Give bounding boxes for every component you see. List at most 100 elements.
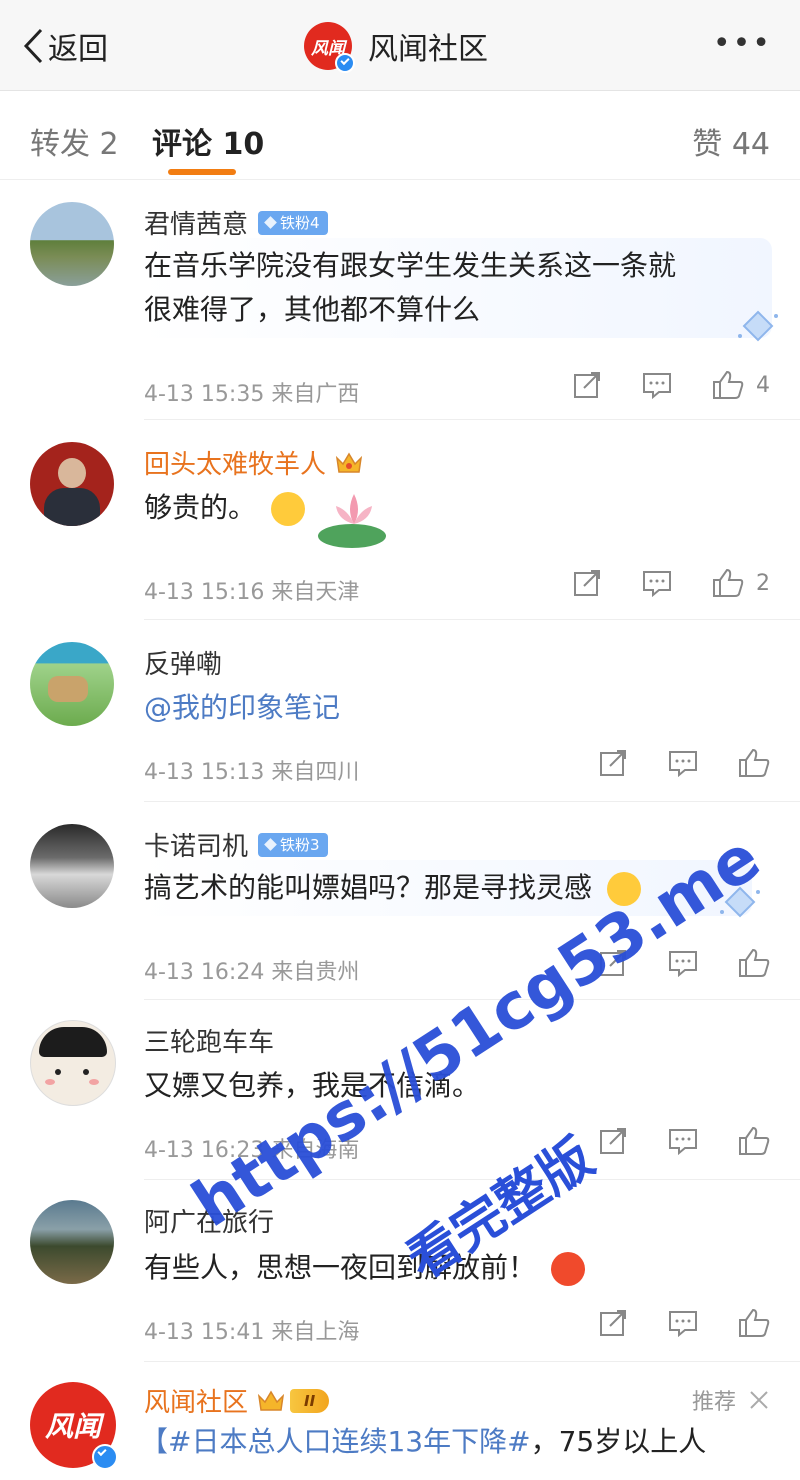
avatar[interactable] (30, 1200, 114, 1284)
lotus-decoration-icon (318, 494, 386, 548)
comment-icon (669, 1129, 697, 1155)
thumbs-up-icon (713, 568, 744, 597)
avatar-face (58, 458, 86, 488)
promo-text: 【#日本总人口连续13年下降#，75岁以上人 (140, 1420, 706, 1464)
comment-icon (669, 751, 697, 777)
promoted-post: 风闻 风闻社区 II 推荐 【#日本总人口连续13年下降#，75岁以上人 (0, 1362, 800, 1480)
avatar[interactable] (30, 824, 114, 908)
fan-badge: 铁粉3 (258, 832, 328, 857)
like-button[interactable] (738, 748, 770, 778)
like-count: 2 (756, 570, 770, 596)
fan-badge: 铁粉4 (258, 210, 328, 235)
comment-item: 阿广在旅行 有些人，思想一夜回到解放前！ 4-13 15:41 来自上海 (0, 1180, 800, 1362)
avatar[interactable] (30, 442, 114, 526)
page-title: 风闻社区 (368, 32, 488, 67)
reply-button[interactable] (668, 1309, 698, 1337)
share-button[interactable] (598, 1126, 628, 1156)
crown-icon (257, 1390, 285, 1411)
comment-text: 搞艺术的能叫嫖娼吗？那是寻找灵感 (144, 866, 641, 910)
avatar-eye (55, 1069, 61, 1075)
username-text: 回头太难牧羊人 (144, 450, 327, 480)
comment-actions: 4 (532, 370, 770, 400)
username-text: 三轮跑车车 (144, 1028, 275, 1058)
comment-username[interactable]: 反弹嘞 (144, 644, 222, 681)
thumbs-up-icon (739, 748, 770, 777)
comment-actions (558, 748, 770, 778)
recommend-label: 推荐 (692, 1384, 770, 1416)
comment-meta: 4-13 15:13 来自四川 (144, 760, 360, 785)
brand-logo: 风闻 (304, 22, 355, 73)
avatar[interactable] (30, 202, 114, 286)
thumbs-up-icon (739, 1126, 770, 1155)
active-tab-indicator (168, 169, 236, 175)
verified-icon (335, 53, 355, 73)
share-icon (600, 750, 626, 776)
comment-username[interactable]: 君情茜意 铁粉4 (144, 204, 328, 241)
comment-text-line: 够贵的。 (144, 491, 257, 524)
tab-bar: 转发 2 评论 10 赞 44 (0, 91, 800, 180)
share-button[interactable] (572, 370, 602, 400)
reply-button[interactable] (668, 949, 698, 977)
comment-username[interactable]: 卡诺司机 铁粉3 (144, 826, 328, 863)
promo-username[interactable]: 风闻社区 II (144, 1382, 330, 1419)
like-button[interactable] (738, 948, 770, 978)
avatar-blush (45, 1079, 55, 1085)
comment-item: 君情茜意 铁粉4 在音乐学院没有跟女学生发生关系这一条就 很难得了，其他都不算什… (0, 180, 800, 420)
diamond-decoration-icon (738, 310, 778, 342)
thumbs-up-icon (739, 1308, 770, 1337)
top-bar: 返回 风闻 风闻社区 ••• (0, 0, 800, 91)
avatar[interactable] (30, 642, 114, 726)
chevron-left-icon (23, 28, 43, 64)
mention-link[interactable]: @我的印象笔记 (144, 686, 340, 730)
reply-button[interactable] (642, 569, 672, 597)
recommend-text: 推荐 (691, 1390, 736, 1415)
comment-actions (558, 1126, 770, 1156)
comment-text-line: 很难得了，其他都不算什么 (144, 293, 481, 326)
avatar-eye (83, 1069, 89, 1075)
like-count: 4 (756, 372, 770, 398)
reply-button[interactable] (642, 371, 672, 399)
avatar-figure (48, 676, 88, 702)
tab-repost[interactable]: 转发 2 (30, 119, 119, 163)
avatar[interactable]: 风闻 (30, 1382, 118, 1470)
comment-meta: 4-13 15:41 来自上海 (144, 1320, 360, 1345)
share-button[interactable] (598, 1308, 628, 1338)
like-button[interactable] (738, 1126, 770, 1156)
share-icon (600, 1310, 626, 1336)
username-text: 卡诺司机 (144, 832, 249, 862)
thumbs-up-icon (713, 370, 744, 399)
comment-username[interactable]: 回头太难牧羊人 (144, 444, 364, 481)
avatar-body (44, 488, 100, 526)
username-text: 风闻社区 (144, 1388, 249, 1418)
share-icon (600, 1128, 626, 1154)
laugh-emoji-icon (270, 492, 305, 526)
share-button[interactable] (598, 748, 628, 778)
reply-button[interactable] (668, 1127, 698, 1155)
like-button[interactable] (738, 1308, 770, 1338)
more-options-button[interactable]: ••• (713, 29, 772, 59)
comment-text-line: 在音乐学院没有跟女学生发生关系这一条就 (144, 249, 677, 282)
promo-text-rest: ，75岁以上人 (530, 1425, 707, 1458)
hashtag-link[interactable]: 【#日本总人口连续13年下降# (140, 1425, 531, 1458)
comment-username[interactable]: 三轮跑车车 (144, 1022, 274, 1059)
thumbs-up-icon (739, 948, 770, 977)
comment-meta: 4-13 15:35 来自广西 (144, 382, 360, 407)
comment-meta: 4-13 15:16 来自天津 (144, 580, 360, 605)
reply-button[interactable] (668, 749, 698, 777)
comment-icon (643, 373, 671, 399)
tab-comments[interactable]: 评论 10 (152, 119, 264, 163)
crown-icon (335, 452, 363, 473)
like-button[interactable]: 4 (712, 370, 770, 400)
back-button[interactable]: 返回 (22, 26, 108, 67)
comment-text: 有些人，思想一夜回到解放前！ (144, 1246, 585, 1290)
close-icon[interactable] (748, 1389, 770, 1411)
avatar[interactable] (30, 1020, 116, 1106)
tab-likes[interactable]: 赞 44 (692, 119, 770, 163)
username-text: 君情茜意 (144, 210, 249, 240)
back-label: 返回 (48, 32, 108, 67)
share-icon (574, 570, 600, 596)
like-button[interactable]: 2 (712, 568, 770, 598)
comment-icon (669, 951, 697, 977)
share-button[interactable] (572, 568, 602, 598)
brand-logo-text: 风闻 (44, 1410, 101, 1443)
